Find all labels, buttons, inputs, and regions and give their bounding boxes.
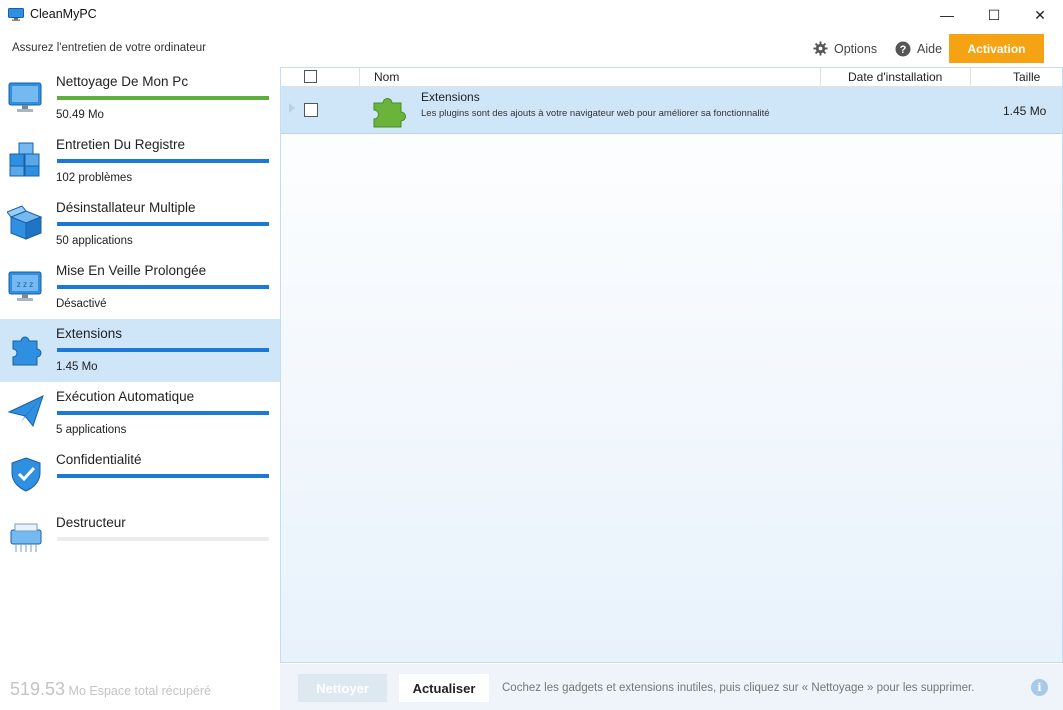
sidebar-item-confidentialite[interactable]: Confidentialité xyxy=(0,445,280,508)
table-header: Nom Date d'installation Taille xyxy=(281,67,1063,87)
sidebar-item-veille[interactable]: z z z Mise En Veille Prolongée Désactivé xyxy=(0,256,280,319)
green-puzzle-icon xyxy=(373,98,406,128)
shield-icon xyxy=(11,457,41,492)
progress-bar xyxy=(57,96,269,100)
column-date-header[interactable]: Date d'installation xyxy=(848,70,942,84)
sidebar-item-value: 1.45 Mo xyxy=(56,361,98,373)
sidebar-item-value: 102 problèmes xyxy=(56,172,133,184)
sidebar-item-value: 50 applications xyxy=(56,235,133,247)
clean-button[interactable]: Nettoyer xyxy=(298,674,387,702)
sidebar-item-label: Mise En Veille Prolongée xyxy=(56,263,207,278)
sidebar-item-desinstallateur[interactable]: Désinstallateur Multiple 50 applications xyxy=(0,193,280,256)
expand-arrow-icon[interactable] xyxy=(289,103,295,113)
progress-bar xyxy=(57,222,269,226)
help-button[interactable]: ? Aide xyxy=(895,41,942,57)
column-size-header[interactable]: Taille xyxy=(1013,70,1040,84)
close-button[interactable]: ✕ xyxy=(1017,0,1063,30)
svg-text:z z z: z z z xyxy=(17,280,33,289)
row-checkbox[interactable] xyxy=(304,103,318,117)
sidebar-item-registre[interactable]: Entretien Du Registre 102 problèmes xyxy=(0,130,280,193)
sidebar-item-nettoyage[interactable]: Nettoyage De Mon Pc 50.49 Mo xyxy=(0,67,280,130)
close-icon: ✕ xyxy=(1034,6,1046,23)
registry-cubes-icon xyxy=(9,142,40,177)
sidebar-item-label: Destructeur xyxy=(56,515,126,530)
app-logo-icon xyxy=(8,8,24,21)
info-icon[interactable]: i xyxy=(1031,679,1048,696)
sidebar: Nettoyage De Mon Pc 50.49 Mo Entretien D… xyxy=(0,67,280,710)
maximize-icon: ☐ xyxy=(987,6,1001,23)
progress-bar xyxy=(57,159,269,163)
refresh-button[interactable]: Actualiser xyxy=(399,674,489,702)
sidebar-item-extensions[interactable]: Extensions 1.45 Mo xyxy=(0,319,280,382)
sidebar-item-label: Désinstallateur Multiple xyxy=(56,200,196,215)
sidebar-item-label: Entretien Du Registre xyxy=(56,137,186,152)
sidebar-item-value: 50.49 Mo xyxy=(56,109,104,121)
activation-button[interactable]: Activation xyxy=(949,34,1044,63)
sleep-monitor-icon: z z z xyxy=(8,271,42,301)
options-label: Options xyxy=(834,41,878,56)
progress-bar xyxy=(57,474,269,478)
extensions-list-panel: Nom Date d'installation Taille Extension… xyxy=(280,67,1063,663)
maximize-button[interactable]: ☐ xyxy=(971,0,1017,30)
action-bar: Nettoyer Actualiser Cochez les gadgets e… xyxy=(280,664,1063,710)
progress-bar xyxy=(57,411,269,415)
shredder-icon xyxy=(10,523,42,552)
total-recovered-value: 519.53 xyxy=(10,679,66,699)
table-row[interactable]: Extensions Les plugins sont des ajouts à… xyxy=(281,87,1063,134)
puzzle-icon xyxy=(12,336,42,366)
title-bar: CleanMyPC — ☐ ✕ xyxy=(0,0,1063,30)
gear-icon xyxy=(813,41,828,56)
window-title: CleanMyPC xyxy=(30,7,97,21)
sidebar-item-label: Confidentialité xyxy=(56,452,142,467)
app-subtitle: Assurez l'entretien de votre ordinateur xyxy=(12,42,206,54)
hint-text: Cochez les gadgets et extensions inutile… xyxy=(502,682,975,694)
sidebar-item-value: Désactivé xyxy=(56,298,107,310)
row-description: Les plugins sont des ajouts à votre navi… xyxy=(421,108,770,119)
total-recovered-label: Mo Espace total récupéré xyxy=(65,684,211,698)
sidebar-item-label: Extensions xyxy=(56,326,123,341)
progress-bar xyxy=(57,537,269,541)
minimize-button[interactable]: — xyxy=(924,0,970,30)
total-recovered: 519.53 Mo Espace total récupéré xyxy=(10,679,211,700)
column-name-header[interactable]: Nom xyxy=(374,70,399,84)
options-button[interactable]: Options xyxy=(813,41,877,56)
minimize-icon: — xyxy=(940,7,954,23)
row-size: 1.45 Mo xyxy=(1003,104,1047,118)
paper-plane-icon xyxy=(7,395,44,428)
select-all-checkbox[interactable] xyxy=(304,70,317,83)
progress-bar xyxy=(57,285,269,289)
box-icon xyxy=(7,205,43,240)
progress-bar xyxy=(57,348,269,352)
sidebar-item-destructeur[interactable]: Destructeur xyxy=(0,508,280,571)
row-title: Extensions xyxy=(421,90,480,104)
svg-text:?: ? xyxy=(900,44,907,56)
sidebar-item-label: Exécution Automatique xyxy=(56,389,195,404)
monitor-icon xyxy=(8,82,42,112)
sidebar-item-execution[interactable]: Exécution Automatique 5 applications xyxy=(0,382,280,445)
help-icon: ? xyxy=(895,41,911,57)
help-label: Aide xyxy=(917,42,943,56)
sidebar-item-value: 5 applications xyxy=(56,424,127,436)
sidebar-item-label: Nettoyage De Mon Pc xyxy=(56,74,189,89)
